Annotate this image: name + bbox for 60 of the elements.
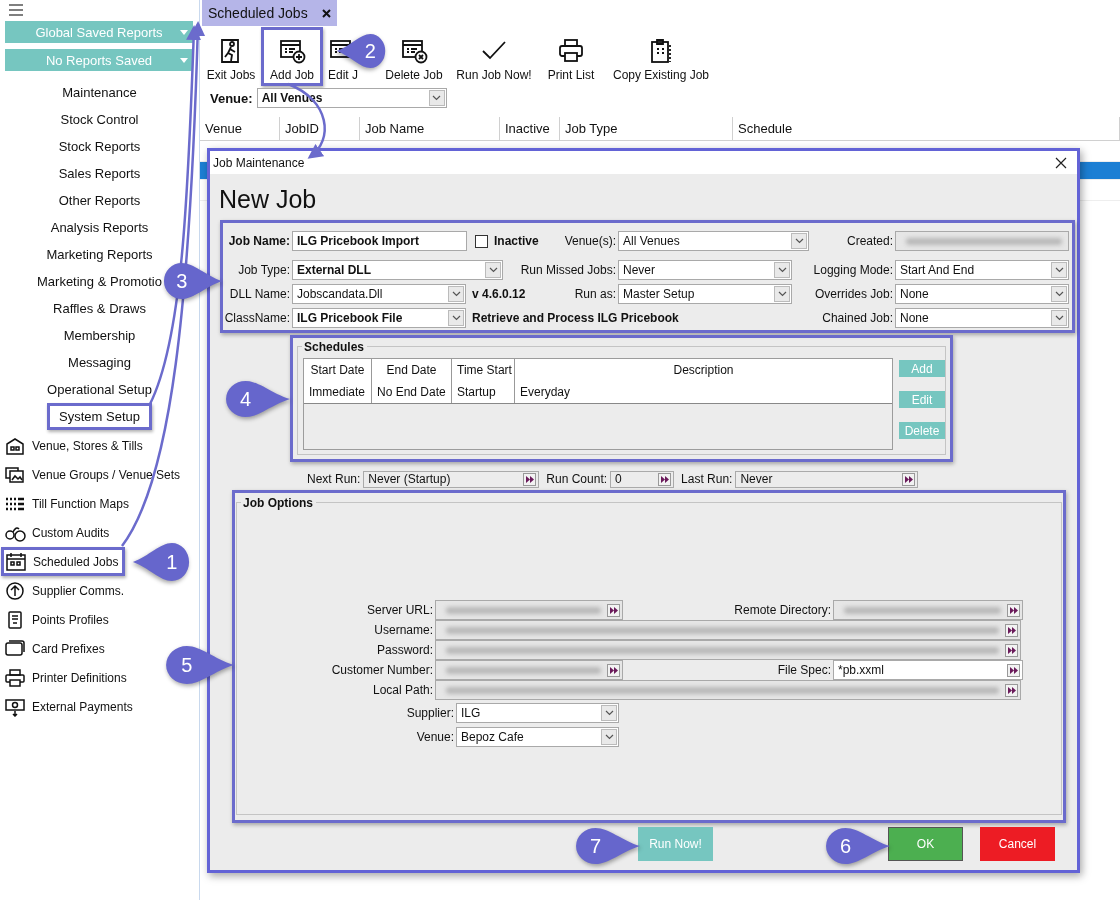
- field-label: Supplier:: [405, 706, 454, 720]
- field-label: Server URL:: [365, 603, 433, 617]
- menu-item-label: Venue Groups / Venue Sets: [32, 467, 181, 482]
- field-label: Venue(s):: [563, 234, 616, 248]
- field-label: Run Missed Jobs:: [519, 263, 616, 277]
- menu-item-label: Supplier Comms.: [32, 583, 125, 598]
- field-label: Created:: [845, 234, 893, 248]
- field-label: Chained Job:: [821, 311, 893, 325]
- group-title: Job Options: [241, 496, 316, 510]
- callout-tooltip: 5: [165, 645, 235, 685]
- field-label: Job Type:: [237, 263, 290, 277]
- callout-tooltip: 1: [132, 542, 190, 582]
- button-label: Copy Existing Job: [612, 68, 709, 82]
- field-label: Logging Mode:: [812, 263, 893, 277]
- checkbox-label: Inactive: [494, 234, 539, 248]
- callout-tooltip: 3: [163, 262, 223, 300]
- menu-item-label: Custom Audits: [32, 525, 110, 540]
- button-label: Run Job Now!: [456, 68, 532, 82]
- field-label: Remote Directory:: [733, 603, 831, 617]
- field-label: File Spec:: [776, 663, 831, 677]
- table-cell: Immediate: [304, 381, 372, 403]
- menu-item-label: Till Function Maps: [32, 496, 129, 511]
- field-label: Customer Number:: [330, 663, 433, 677]
- table-cell: Startup: [452, 381, 515, 403]
- menu-item-label: Points Profiles: [32, 612, 109, 627]
- callout-tooltip: 6: [825, 827, 891, 865]
- field-label: Next Run:: [307, 472, 361, 486]
- button-label: Exit Jobs: [206, 68, 256, 82]
- version-text: v 4.6.0.12: [472, 287, 526, 301]
- window-title: Job Maintenance: [213, 155, 305, 170]
- field-label: Password:: [375, 643, 433, 657]
- field-label: Overrides Job:: [813, 287, 893, 301]
- button-label: Edit J: [328, 68, 358, 82]
- field-label: DLL Name:: [228, 287, 290, 301]
- menu-item-label: Printer Definitions: [32, 670, 127, 685]
- field-label: Last Run:: [681, 472, 733, 486]
- menu-item-label: Scheduled Jobs: [33, 554, 119, 569]
- field-label: Run Count:: [546, 472, 608, 486]
- button-label: Print List: [547, 68, 595, 82]
- field-label: Local Path:: [371, 683, 433, 697]
- callout-tooltip: 7: [575, 827, 641, 865]
- group-title: Schedules: [302, 340, 368, 354]
- field-label: Venue:: [415, 730, 454, 744]
- tab-label: Scheduled Jobs: [208, 5, 308, 21]
- menu-item-label: Venue, Stores & Tills: [32, 438, 143, 453]
- table-cell: No End Date: [372, 381, 452, 403]
- menu-item-label: External Payments: [32, 699, 133, 714]
- button-label: Delete Job: [385, 68, 443, 82]
- field-label: ClassName:: [223, 311, 290, 325]
- menu-item-label: Card Prefixes: [32, 641, 105, 656]
- description-text: Retrieve and Process ILG Pricebook: [472, 311, 679, 325]
- field-label: Username:: [373, 623, 433, 637]
- table-cell-text: Everyday: [519, 384, 572, 401]
- callout-tooltip: 2: [336, 33, 386, 69]
- field-label: Job Name:: [227, 234, 290, 248]
- field-label: Run as:: [573, 287, 616, 301]
- button-label: Add Job: [269, 68, 314, 82]
- field-label: Venue:: [210, 90, 253, 106]
- callout-tooltip: 4: [225, 380, 291, 418]
- dialog-heading: New Job: [218, 184, 318, 215]
